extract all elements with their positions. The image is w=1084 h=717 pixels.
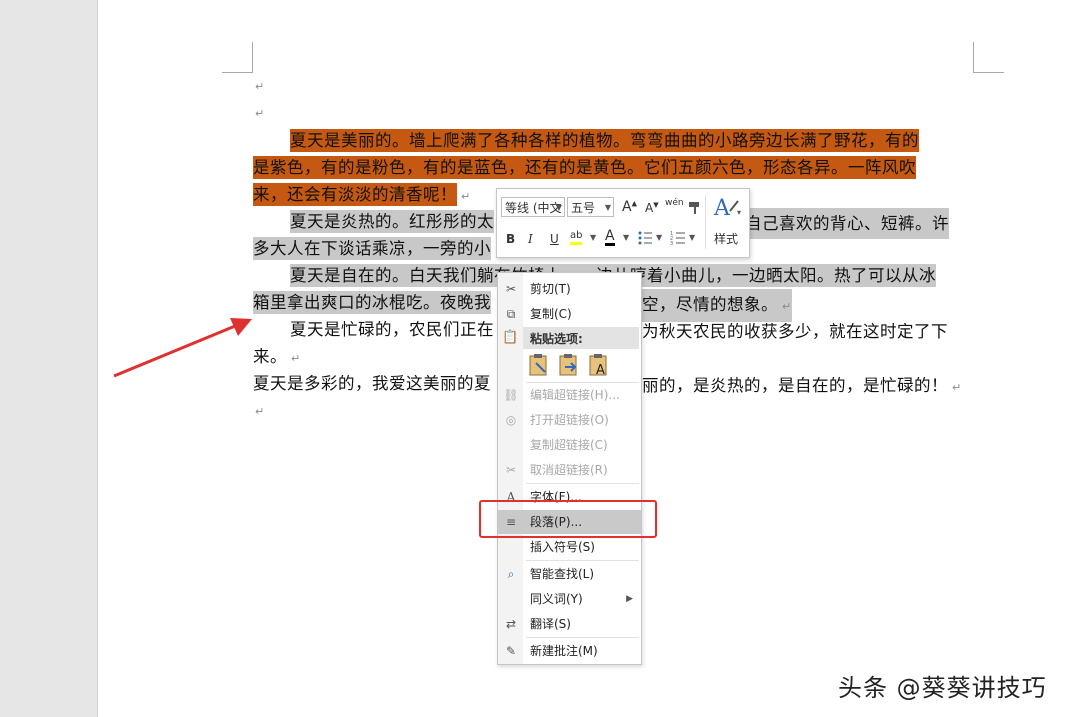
phonetic-guide-button[interactable]: wén — [665, 198, 684, 208]
menu-separator — [526, 483, 639, 484]
font-color-button[interactable]: A — [605, 229, 615, 246]
margin-corner-top-right — [973, 42, 1004, 73]
comment-icon: ✎ — [505, 644, 517, 658]
annotation-highlight-box — [479, 500, 657, 538]
menu-item-synonyms[interactable]: 同义词(Y) ▶ — [498, 587, 641, 611]
paste-keep-formatting-icon[interactable] — [527, 353, 551, 377]
numbering-icon[interactable]: 123 — [670, 230, 686, 246]
context-menu: ✂ 剪切(T) ⧉ 复制(C) 📋 粘贴选项: A ⛓ 编辑超链接(H)... … — [497, 272, 642, 665]
highlight-button[interactable]: ab — [570, 230, 583, 245]
left-gutter — [0, 0, 98, 717]
scissors-icon: ✂ — [505, 282, 517, 296]
menu-item-edit-hyperlink[interactable]: ⛓ 编辑超链接(H)... — [498, 383, 641, 407]
paste-icon: 📋 — [502, 330, 519, 345]
format-painter-icon[interactable] — [687, 200, 703, 216]
menu-item-new-comment[interactable]: ✎ 新建批注(M) — [498, 639, 641, 663]
annotation-arrow — [113, 318, 252, 378]
font-size-box[interactable]: 五号 ▼ — [567, 197, 614, 217]
toolbar-separator — [705, 195, 706, 249]
menu-item-translate[interactable]: ⇄ 翻译(S) — [498, 612, 641, 636]
paragraph-mark: ↵ — [255, 405, 265, 418]
svg-text:A: A — [713, 196, 731, 221]
globe-link-icon: ◎ — [505, 413, 517, 427]
magnifier-icon: ⌕ — [507, 567, 515, 581]
menu-item-cut[interactable]: ✂ 剪切(T) — [498, 277, 641, 301]
menu-item-smart-lookup[interactable]: ⌕ 智能查找(L) — [498, 562, 641, 586]
text-line: 是紫色，有的是粉色，有的是蓝色，还有的是黄色。它们五颜六色，形态各异。一阵风吹 — [253, 156, 916, 179]
menu-separator — [526, 637, 639, 638]
svg-text:3: 3 — [670, 241, 673, 246]
menu-item-remove-hyperlink[interactable]: ✂ 取消超链接(R) — [498, 458, 641, 482]
menu-item-copy-hyperlink[interactable]: 复制超链接(C) — [498, 433, 641, 457]
underline-button[interactable]: U — [550, 232, 559, 246]
shrink-font-button[interactable]: A▼ — [645, 201, 659, 215]
submenu-arrow-icon: ▶ — [626, 594, 633, 604]
copy-icon: ⧉ — [506, 307, 516, 321]
paste-text-only-icon[interactable]: A — [587, 353, 611, 377]
highlight-dropdown-icon[interactable]: ▼ — [590, 233, 596, 242]
bullets-icon[interactable] — [637, 230, 653, 246]
bold-button[interactable]: B — [506, 232, 515, 246]
styles-label[interactable]: 样式 — [714, 230, 738, 247]
font-name-box[interactable]: 等线 (中文 ▼ — [501, 197, 565, 217]
paste-options-header: 粘贴选项: — [523, 327, 639, 349]
svg-text:▾: ▾ — [737, 208, 741, 217]
margin-corner-top-left — [222, 42, 253, 73]
italic-button[interactable]: I — [528, 232, 533, 246]
font-color-dropdown-icon[interactable]: ▼ — [623, 233, 629, 242]
translate-icon: ⇄ — [505, 617, 517, 631]
link-icon: ⛓ — [503, 388, 519, 402]
menu-item-copy[interactable]: ⧉ 复制(C) — [498, 302, 641, 326]
unlink-icon: ✂ — [505, 463, 517, 477]
paragraph-mark: ↵ — [255, 80, 265, 93]
text-line: 夏天是美丽的。墙上爬满了各种各样的植物。弯弯曲曲的小路旁边长满了野花，有的 — [290, 129, 919, 152]
svg-text:A: A — [596, 363, 605, 377]
mini-toolbar: 等线 (中文 ▼ 五号 ▼ A▲ A▼ wén A ▾ 样式 B I U ab ▼ … — [496, 188, 750, 258]
menu-item-insert-symbol[interactable]: 插入符号(S) — [498, 535, 641, 559]
grow-font-button[interactable]: A▲ — [622, 199, 637, 215]
numbering-dropdown-icon[interactable]: ▼ — [689, 233, 695, 242]
styles-icon[interactable]: A ▾ — [712, 193, 742, 221]
bullets-dropdown-icon[interactable]: ▼ — [656, 233, 662, 242]
menu-item-open-hyperlink[interactable]: ◎ 打开超链接(O) — [498, 408, 641, 432]
paste-merge-formatting-icon[interactable] — [557, 353, 581, 377]
watermark: 头条 @葵葵讲技巧 — [838, 674, 1047, 702]
menu-separator — [526, 560, 639, 561]
paragraph-mark: ↵ — [255, 107, 265, 120]
